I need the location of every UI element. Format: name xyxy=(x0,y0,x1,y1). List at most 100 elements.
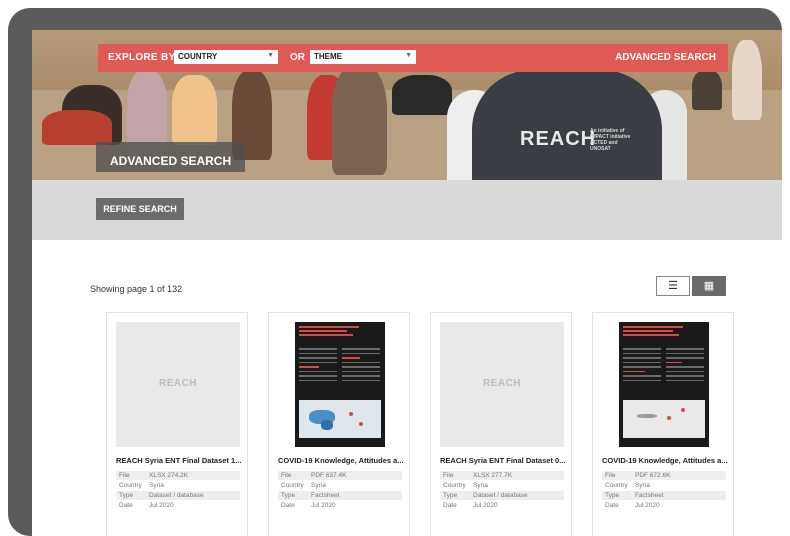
card-thumbnail-placeholder[interactable]: REACH xyxy=(116,322,240,447)
meta-value: XLSX 274.2K xyxy=(149,472,189,479)
explore-by-label: EXPLORE BY xyxy=(108,52,176,63)
card-meta-row: Date Jul 2020 xyxy=(602,501,726,510)
doc-map-image xyxy=(299,400,381,438)
results-area: Showing page 1 of 132 ☰ ▦ REACH REACH Sy… xyxy=(32,240,782,536)
result-card[interactable]: REACH REACH Syria ENT Final Dataset 1...… xyxy=(106,312,248,536)
reach-placeholder-logo: REACH xyxy=(482,378,522,389)
meta-value: Factsheet xyxy=(635,492,664,499)
crowd-figure xyxy=(172,75,217,145)
meta-key: Type xyxy=(605,492,620,499)
or-label: OR xyxy=(290,52,305,63)
card-thumbnail-document[interactable] xyxy=(619,322,709,447)
meta-value: Syria xyxy=(311,482,326,489)
crowd-figure xyxy=(332,65,387,175)
meta-value: Syria xyxy=(635,482,650,489)
hero-banner: REACH An initiative of IMPACT initiative… xyxy=(32,30,782,180)
meta-key: Date xyxy=(443,502,457,509)
chevron-down-icon: ▼ xyxy=(267,52,274,59)
meta-key: Country xyxy=(443,482,466,489)
meta-value: Factsheet xyxy=(311,492,340,499)
card-meta-row: Country Syria xyxy=(278,481,402,490)
crowd-figure xyxy=(692,70,722,110)
meta-value: Jul 2020 xyxy=(149,502,174,509)
tablet-frame: REACH An initiative of IMPACT initiative… xyxy=(8,8,782,536)
advanced-search-link[interactable]: ADVANCED SEARCH xyxy=(615,52,716,63)
card-meta-row: Type Dataset / database xyxy=(116,491,240,500)
meta-value: PDF 672.6K xyxy=(635,472,671,479)
card-meta-row: Country Syria xyxy=(116,481,240,490)
card-title[interactable]: COVID-19 Knowledge, Attitudes a... xyxy=(278,456,406,465)
meta-key: Type xyxy=(119,492,134,499)
meta-key: File xyxy=(119,472,130,479)
card-title[interactable]: REACH Syria ENT Final Dataset 1... xyxy=(116,456,244,465)
meta-key: Date xyxy=(605,502,619,509)
card-meta-row: File XLSX 277.7K xyxy=(440,471,564,480)
card-meta-row: Date Jul 2020 xyxy=(440,501,564,510)
meta-key: Type xyxy=(281,492,296,499)
meta-value: Dataset / database xyxy=(149,492,204,499)
meta-value: PDF 637.4K xyxy=(311,472,347,479)
card-meta-row: Country Syria xyxy=(602,481,726,490)
card-meta-row: Country Syria xyxy=(440,481,564,490)
country-select-value: COUNTRY xyxy=(178,52,218,61)
card-meta-row: File PDF 637.4K xyxy=(278,471,402,480)
meta-key: File xyxy=(281,472,292,479)
card-title[interactable]: REACH Syria ENT Final Dataset 0... xyxy=(440,456,568,465)
country-select[interactable]: COUNTRY ▼ xyxy=(174,50,278,64)
meta-value: Dataset / database xyxy=(473,492,528,499)
chevron-down-icon: ▼ xyxy=(405,52,412,59)
card-thumbnail-document[interactable] xyxy=(295,322,385,447)
doc-text-column xyxy=(623,348,661,388)
doc-title-lines xyxy=(299,326,359,340)
meta-value: XLSX 277.7K xyxy=(473,472,513,479)
card-meta-row: Type Dataset / database xyxy=(440,491,564,500)
card-meta-row: Date Jul 2020 xyxy=(116,501,240,510)
card-meta-row: Type Factsheet xyxy=(278,491,402,500)
meta-key: Date xyxy=(281,502,295,509)
reach-vest-worker xyxy=(472,70,662,180)
theme-select[interactable]: THEME ▼ xyxy=(310,50,416,64)
doc-title-lines xyxy=(623,326,683,340)
meta-key: Date xyxy=(119,502,133,509)
doc-map-image xyxy=(623,400,705,438)
result-card[interactable]: COVID-19 Knowledge, Attitudes a... File P… xyxy=(592,312,734,536)
page-title: ADVANCED SEARCH xyxy=(96,142,246,172)
theme-select-value: THEME xyxy=(314,52,342,61)
crowd-figure xyxy=(392,75,452,115)
reach-vest-tagline: An initiative of IMPACT initiative ACTED… xyxy=(590,128,631,152)
meta-key: Type xyxy=(443,492,458,499)
doc-text-column xyxy=(299,348,337,388)
crowd-figure xyxy=(732,40,762,120)
doc-text-column xyxy=(666,348,704,388)
result-card[interactable]: COVID-19 Knowledge, Attitudes a... File P… xyxy=(268,312,410,536)
refine-band: REFINE SEARCH xyxy=(32,180,782,240)
refine-search-button[interactable]: REFINE SEARCH xyxy=(96,198,184,220)
pagination-status: Showing page 1 of 132 xyxy=(90,284,183,294)
card-meta-row: Date Jul 2020 xyxy=(278,501,402,510)
card-title[interactable]: COVID-19 Knowledge, Attitudes a... xyxy=(602,456,730,465)
list-icon: ☰ xyxy=(668,280,678,292)
meta-value: Syria xyxy=(473,482,488,489)
result-card[interactable]: REACH REACH Syria ENT Final Dataset 0...… xyxy=(430,312,572,536)
card-meta-row: File XLSX 274.2K xyxy=(116,471,240,480)
meta-key: Country xyxy=(281,482,304,489)
crowd-figure xyxy=(42,110,112,145)
view-toggle: ☰ ▦ xyxy=(656,276,728,296)
reach-placeholder-logo: REACH xyxy=(158,378,198,389)
card-meta-row: File PDF 672.6K xyxy=(602,471,726,480)
reach-vest-logo: REACH xyxy=(520,128,597,150)
explore-bar: EXPLORE BY COUNTRY ▼ OR THEME ▼ ADVANCED… xyxy=(98,44,728,72)
meta-key: File xyxy=(443,472,454,479)
meta-value: Syria xyxy=(149,482,164,489)
card-meta-row: Type Factsheet xyxy=(602,491,726,500)
grid-view-button[interactable]: ▦ xyxy=(692,276,726,296)
meta-value: Jul 2020 xyxy=(311,502,336,509)
meta-key: File xyxy=(605,472,616,479)
crowd-figure xyxy=(127,70,167,150)
meta-key: Country xyxy=(605,482,628,489)
list-view-button[interactable]: ☰ xyxy=(656,276,690,296)
grid-icon: ▦ xyxy=(703,280,715,292)
card-thumbnail-placeholder[interactable]: REACH xyxy=(440,322,564,447)
meta-key: Country xyxy=(119,482,142,489)
screen: REACH An initiative of IMPACT initiative… xyxy=(32,30,782,536)
